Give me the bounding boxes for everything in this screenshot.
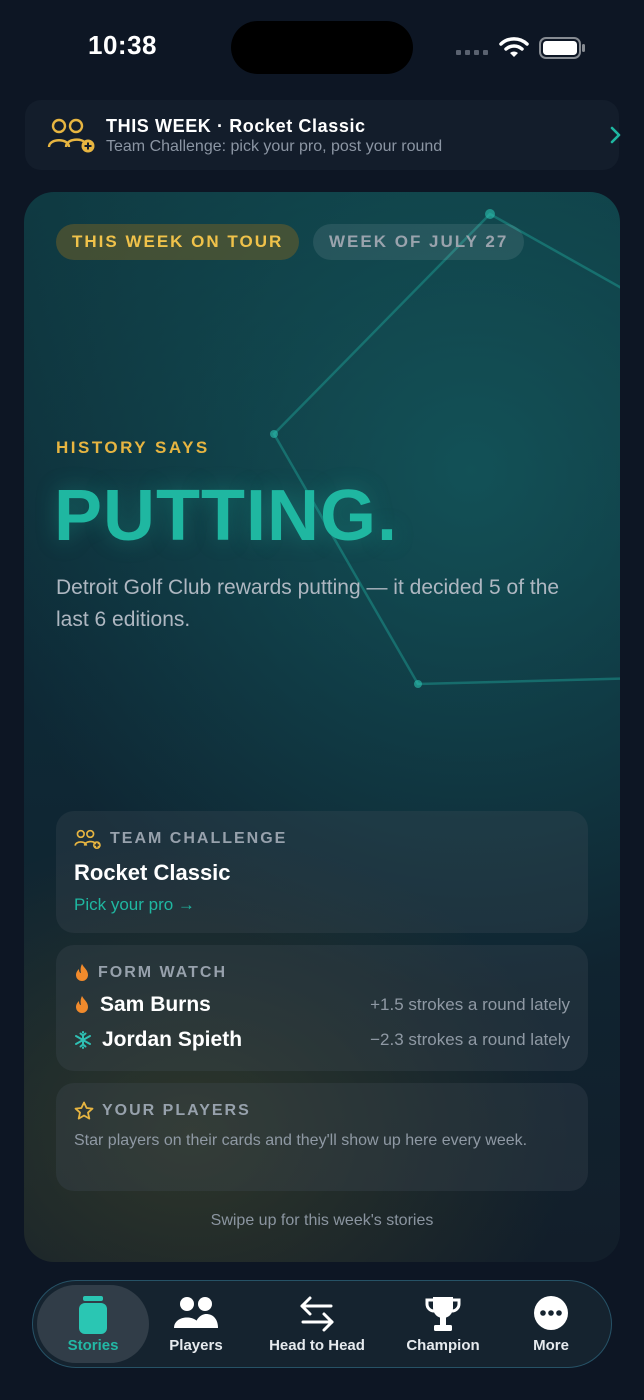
tab-players[interactable]: Players	[149, 1281, 243, 1367]
hero-headline: PUTTING.	[54, 476, 398, 556]
banner-subtitle: Team Challenge: pick your pro, post your…	[106, 138, 443, 155]
chevron-right-icon	[610, 126, 621, 144]
team-add-icon	[74, 829, 101, 849]
team-add-icon	[47, 118, 95, 153]
pick-your-pro-link[interactable]: Pick your pro →	[74, 895, 195, 915]
dynamic-island	[231, 21, 413, 74]
more-icon	[534, 1296, 568, 1330]
tab-label: Players	[169, 1337, 223, 1354]
bottom-tab-bar: Stories Players Head to Head Champion Mo…	[32, 1280, 612, 1368]
players-icon	[174, 1297, 218, 1328]
player-stat: +1.5 strokes a round lately	[370, 995, 570, 1014]
fire-icon	[76, 996, 88, 1013]
cellular-signal-icon	[456, 50, 488, 55]
form-row-jordan-spieth[interactable]: Jordan Spieth −2.3 strokes a round latel…	[74, 1026, 570, 1054]
tab-label: More	[533, 1337, 569, 1354]
hero-story-card[interactable]: THIS WEEK ON TOUR WEEK OF JULY 27 HISTOR…	[24, 192, 620, 1262]
stories-icon	[79, 1296, 107, 1334]
team-challenge-card[interactable]: TEAM CHALLENGE Rocket Classic Pick your …	[56, 811, 588, 933]
tab-label: Head to Head	[269, 1337, 365, 1354]
form-watch-card[interactable]: FORM WATCH Sam Burns +1.5 strokes a roun…	[56, 945, 588, 1071]
swap-arrows-icon	[300, 1296, 334, 1332]
status-time: 10:38	[88, 30, 157, 60]
player-name: Jordan Spieth	[102, 1028, 243, 1051]
this-week-banner[interactable]: THIS WEEK · Rocket Classic Team Challeng…	[25, 100, 621, 170]
snowflake-icon	[75, 1031, 91, 1049]
team-challenge-title: Rocket Classic	[74, 860, 231, 885]
banner-title: THIS WEEK · Rocket Classic	[106, 116, 366, 136]
team-challenge-label: TEAM CHALLENGE	[110, 830, 288, 847]
your-players-label: YOUR PLAYERS	[102, 1102, 251, 1119]
this-week-on-tour-pill: THIS WEEK ON TOUR	[56, 224, 300, 260]
tab-head-to-head[interactable]: Head to Head	[257, 1281, 377, 1367]
tab-champion[interactable]: Champion	[395, 1281, 491, 1367]
tab-label: Champion	[406, 1337, 480, 1354]
week-of-pill: WEEK OF JULY 27	[313, 224, 525, 260]
form-watch-label: FORM WATCH	[98, 964, 228, 981]
your-players-text: Star players on their cards and they'll …	[74, 1132, 528, 1149]
star-icon	[74, 1101, 94, 1120]
hero-description: Detroit Golf Club rewards putting — it d…	[56, 576, 560, 631]
trophy-icon	[425, 1297, 461, 1331]
player-name: Sam Burns	[100, 993, 211, 1016]
form-row-sam-burns[interactable]: Sam Burns +1.5 strokes a round lately	[74, 991, 570, 1019]
fire-icon	[76, 964, 88, 981]
tab-more[interactable]: More	[509, 1281, 593, 1367]
tab-stories[interactable]: Stories	[37, 1285, 149, 1363]
status-bar: 10:38	[0, 0, 644, 96]
your-players-card[interactable]: YOUR PLAYERS Star players on their cards…	[56, 1083, 588, 1191]
wifi-icon	[499, 37, 529, 57]
history-says-kicker: HISTORY SAYS	[56, 438, 210, 457]
player-stat: −2.3 strokes a round lately	[370, 1030, 570, 1049]
battery-icon	[539, 37, 585, 59]
swipe-hint: Swipe up for this week's stories	[210, 1212, 434, 1229]
tab-label: Stories	[67, 1337, 119, 1354]
